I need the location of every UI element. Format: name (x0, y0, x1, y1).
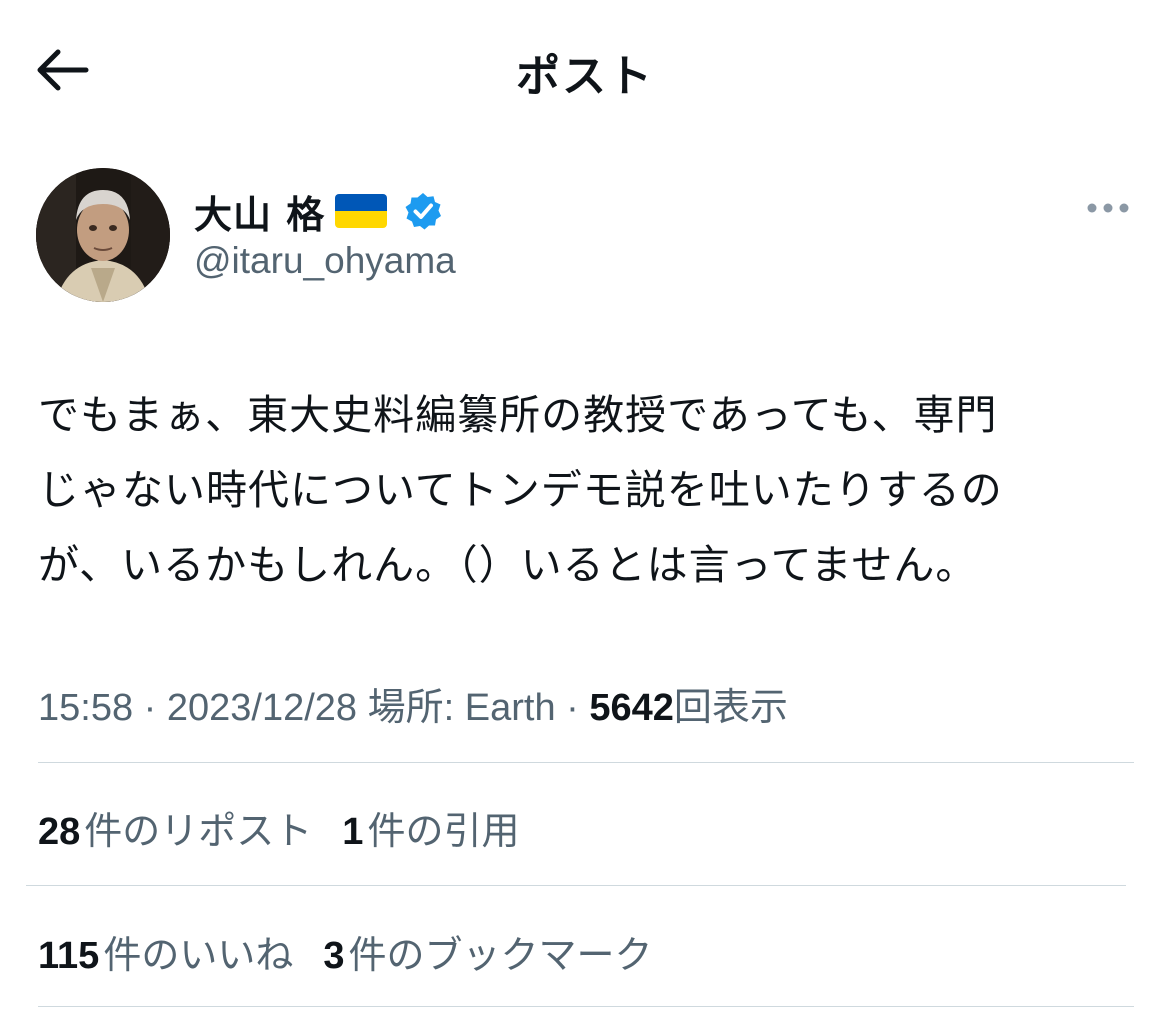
like-bookmark-stats: 115 件のいいね 3 件のブックマーク (38, 924, 652, 979)
divider (26, 885, 1126, 886)
verified-badge-icon[interactable] (403, 191, 443, 231)
post-text: でもまぁ、東大史料編纂所の教授であっても、専門 じゃない時代についてトンデモ説を… (38, 391, 1003, 589)
views-count: 5642 (589, 687, 674, 729)
meta-separator: · (143, 687, 157, 729)
top-bar: ポスト (0, 0, 1170, 140)
avatar-image (36, 168, 170, 302)
likes-count: 115 (38, 935, 100, 977)
more-options-button[interactable] (1078, 190, 1138, 226)
ukraine-flag-icon (335, 194, 388, 228)
likes-label: 件のいいね (103, 935, 294, 977)
avatar[interactable] (36, 168, 170, 302)
post-meta: 15:58 · 2023/12/28 場所: Earth · 5642回表示 (38, 676, 788, 731)
display-name[interactable]: 大山 格 (194, 184, 325, 239)
repost-quote-stats: 28 件のリポスト 1 件の引用 (38, 800, 519, 855)
location-label: 場所: (367, 687, 455, 729)
location-value[interactable]: Earth (465, 687, 556, 729)
views-label: 回表示 (673, 687, 788, 729)
quotes-count: 1 (342, 811, 364, 853)
meta-separator: · (566, 687, 579, 729)
post-date[interactable]: 2023/12/28 (167, 687, 357, 729)
quotes-stat[interactable]: 1 件の引用 (342, 811, 519, 853)
likes-stat[interactable]: 115 件のいいね (38, 935, 293, 977)
divider (38, 1006, 1134, 1007)
quotes-label: 件の引用 (367, 811, 520, 853)
page-title: ポスト (516, 51, 654, 102)
bookmarks-label: 件のブックマーク (348, 935, 653, 977)
more-horizontal-icon (1087, 203, 1129, 213)
reposts-label: 件のリポスト (84, 811, 313, 853)
divider (38, 762, 1134, 763)
reposts-stat[interactable]: 28 件のリポスト (38, 811, 312, 853)
bookmarks-count: 3 (323, 935, 345, 977)
bookmarks-stat[interactable]: 3 件のブックマーク (323, 935, 652, 977)
author-handle[interactable]: @itaru_ohyama (194, 240, 456, 282)
reposts-count: 28 (38, 811, 81, 853)
author-name-row[interactable]: 大山 格 (194, 184, 443, 239)
post-time[interactable]: 15:58 (38, 687, 133, 729)
